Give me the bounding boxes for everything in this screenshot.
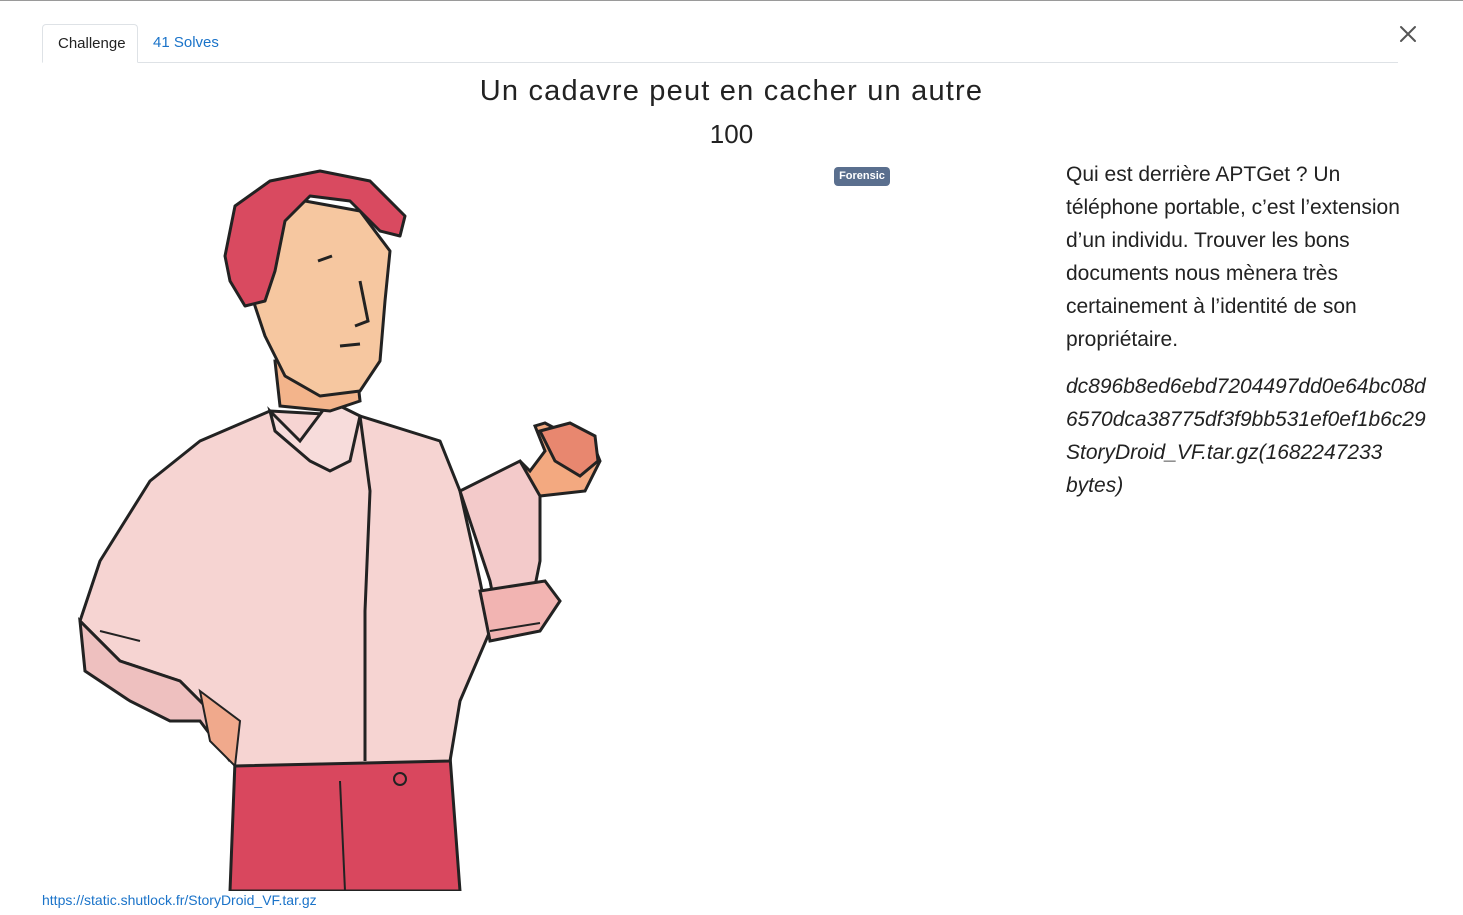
challenge-modal: Challenge 41 Solves Un cadavre peut en c… (0, 0, 1463, 915)
tab-solves[interactable]: 41 Solves (138, 24, 234, 62)
category-badge: Forensic (834, 167, 890, 186)
tab-challenge[interactable]: Challenge (42, 24, 138, 63)
challenge-title: Un cadavre peut en cacher un autre (479, 75, 984, 107)
description-text: Qui est derrière APTGet ? Un téléphone p… (1066, 163, 1400, 351)
download-link[interactable]: https://static.shutlock.fr/StoryDroid_VF… (42, 892, 317, 908)
challenge-points: 100 (709, 119, 754, 149)
file-hash: dc896b8ed6ebd7204497dd0e64bc08d6570dca38… (1066, 375, 1426, 431)
file-info: StoryDroid_VF.tar.gz(1682247233 bytes) (1066, 441, 1383, 497)
tab-bar: Challenge 41 Solves (42, 24, 1398, 63)
character-illustration (78, 169, 602, 891)
close-button[interactable] (1395, 21, 1421, 47)
close-icon (1400, 26, 1416, 42)
challenge-description: Qui est derrière APTGet ? Un téléphone p… (1066, 158, 1431, 516)
